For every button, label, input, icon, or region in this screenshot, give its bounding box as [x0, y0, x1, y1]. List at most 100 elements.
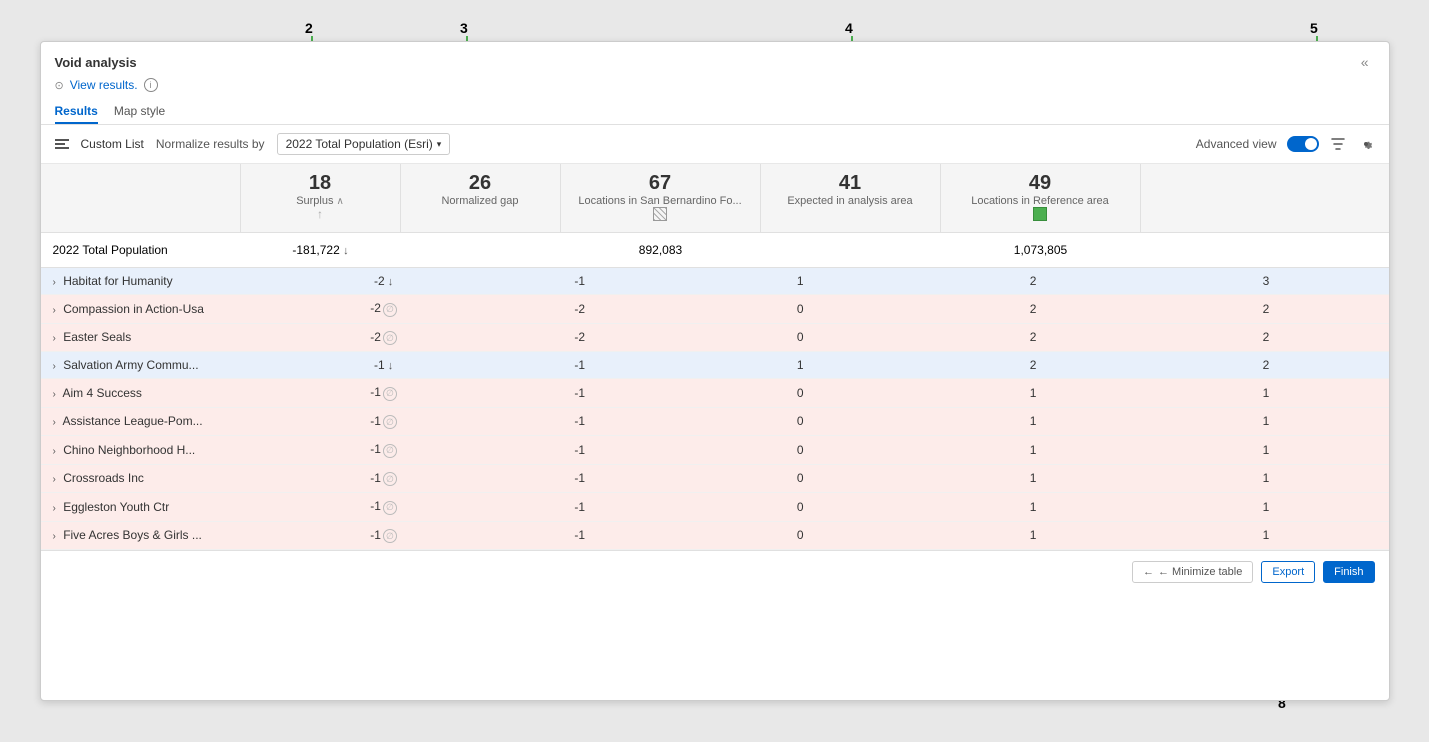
sort-asc-icon[interactable]: ∧ [336, 196, 343, 207]
row-surplus: -1∅ [286, 464, 482, 493]
info-icon[interactable]: i [144, 78, 158, 92]
row-norm-gap: -1 [482, 407, 678, 436]
row-locations-ref: 1 [1143, 436, 1388, 465]
filter-icon[interactable] [1329, 135, 1347, 153]
expand-button[interactable]: › [53, 474, 56, 485]
table-row: › Crossroads Inc -1∅ -1 0 1 1 [41, 464, 1389, 493]
expand-button[interactable]: › [53, 305, 56, 316]
surplus-sort-sub: ↑ [253, 207, 388, 221]
total-row-norm-gap [401, 239, 561, 261]
row-locations-ref: 1 [1143, 464, 1388, 493]
surplus-value: -1 [370, 499, 381, 513]
row-surplus: -1 ↓ [286, 352, 482, 379]
normalize-select[interactable]: 2022 Total Population (Esri) ▾ [277, 133, 451, 155]
row-norm-gap: -1 [482, 436, 678, 465]
advanced-view-toggle[interactable] [1287, 136, 1319, 152]
row-locations-ref: 1 [1143, 407, 1388, 436]
table-row: › Five Acres Boys & Girls ... -1∅ -1 0 1… [41, 521, 1389, 550]
row-locations-ref: 1 [1143, 493, 1388, 522]
annotation-3: 3 [460, 20, 468, 36]
normalize-value: 2022 Total Population (Esri) [286, 137, 433, 151]
expand-button[interactable]: › [53, 333, 56, 344]
normalized-gap-label: Normalized gap [413, 195, 548, 207]
row-expected: 1 [923, 436, 1144, 465]
total-row-locations-ref: 1,073,805 [941, 239, 1141, 261]
total-row-expected [761, 239, 941, 261]
view-results-label[interactable]: View results. [70, 78, 138, 92]
row-name-text: Assistance League-Pom... [63, 414, 203, 428]
minimize-table-button[interactable]: ← ← Minimize table [1132, 561, 1253, 583]
row-name: › Habitat for Humanity [41, 268, 286, 295]
row-name-text: Crossroads Inc [63, 471, 144, 485]
row-name-text: Habitat for Humanity [63, 274, 172, 288]
total-row-locations-sb: 892,083 [561, 239, 761, 261]
row-name: › Five Acres Boys & Girls ... [41, 521, 286, 550]
row-locations-sb: 0 [678, 379, 923, 408]
row-locations-ref: 2 [1143, 352, 1388, 379]
row-expected: 2 [923, 323, 1144, 352]
help-icon: ⊙ [55, 79, 64, 92]
row-expected: 2 [923, 295, 1144, 324]
null-icon: ∅ [383, 501, 397, 515]
advanced-view-label: Advanced view [1196, 137, 1277, 151]
row-locations-sb: 1 [678, 268, 923, 295]
row-locations-sb: 0 [678, 323, 923, 352]
expand-button[interactable]: › [53, 531, 56, 542]
row-expected: 1 [923, 521, 1144, 550]
row-name-text: Aim 4 Success [63, 386, 142, 400]
row-locations-sb: 0 [678, 521, 923, 550]
null-icon: ∅ [383, 444, 397, 458]
row-name: › Salvation Army Commu... [41, 352, 286, 379]
expand-button[interactable]: › [53, 417, 56, 428]
expand-button[interactable]: › [53, 503, 56, 514]
row-expected: 2 [923, 352, 1144, 379]
custom-list-label: Custom List [81, 137, 144, 151]
data-table-wrapper: › Habitat for Humanity -2 ↓ -1 1 2 3 › C… [41, 268, 1389, 550]
settings-icon[interactable] [1357, 135, 1375, 153]
minimize-label: ← Minimize table [1158, 566, 1242, 578]
tab-map-style[interactable]: Map style [114, 100, 165, 124]
locations-sb-icon [573, 207, 748, 224]
expand-button[interactable]: › [53, 446, 56, 457]
locations-sb-label: Locations in San Bernardino Fo... [573, 195, 748, 207]
minimize-arrow-icon: ← [1143, 566, 1154, 578]
row-name-text: Compassion in Action-Usa [63, 302, 204, 316]
surplus-value: -2 [370, 330, 381, 344]
list-icon[interactable] [55, 139, 69, 149]
toolbar-right: Advanced view [1196, 135, 1375, 153]
expand-button[interactable]: › [53, 389, 56, 400]
data-table: › Habitat for Humanity -2 ↓ -1 1 2 3 › C… [41, 268, 1389, 550]
row-expected: 1 [923, 493, 1144, 522]
panel-header: Void analysis « ⊙ View results. i Result… [41, 42, 1389, 125]
row-name: › Crossroads Inc [41, 464, 286, 493]
expand-button[interactable]: › [53, 277, 56, 288]
table-row: › Eggleston Youth Ctr -1∅ -1 0 1 1 [41, 493, 1389, 522]
locations-ref-number: 49 [953, 172, 1128, 195]
total-row: 2022 Total Population -181,722 ↓ 892,083… [41, 233, 1389, 268]
surplus-value: -1 [370, 442, 381, 456]
surplus-value: -1 [370, 471, 381, 485]
stat-cell-empty [41, 164, 241, 232]
export-button[interactable]: Export [1261, 561, 1315, 583]
row-locations-ref: 1 [1143, 379, 1388, 408]
toolbar-left: Custom List Normalize results by 2022 To… [55, 133, 451, 155]
tabs-row: Results Map style [55, 100, 1375, 124]
tab-results[interactable]: Results [55, 100, 98, 124]
table-row: › Salvation Army Commu... -1 ↓ -1 1 2 2 [41, 352, 1389, 379]
table-row: › Assistance League-Pom... -1∅ -1 0 1 1 [41, 407, 1389, 436]
surplus-value: -1 [370, 385, 381, 399]
row-locations-sb: 1 [678, 352, 923, 379]
row-name: › Aim 4 Success [41, 379, 286, 408]
collapse-button[interactable]: « [1355, 52, 1375, 72]
row-expected: 2 [923, 268, 1144, 295]
row-norm-gap: -1 [482, 268, 678, 295]
expand-button[interactable]: › [53, 361, 56, 372]
row-name-text: Easter Seals [63, 330, 131, 344]
row-locations-ref: 2 [1143, 323, 1388, 352]
row-norm-gap: -2 [482, 323, 678, 352]
finish-button[interactable]: Finish [1323, 561, 1374, 583]
annotation-2: 2 [305, 20, 313, 36]
row-norm-gap: -1 [482, 379, 678, 408]
surplus-value: -1 [370, 414, 381, 428]
row-surplus: -2∅ [286, 323, 482, 352]
